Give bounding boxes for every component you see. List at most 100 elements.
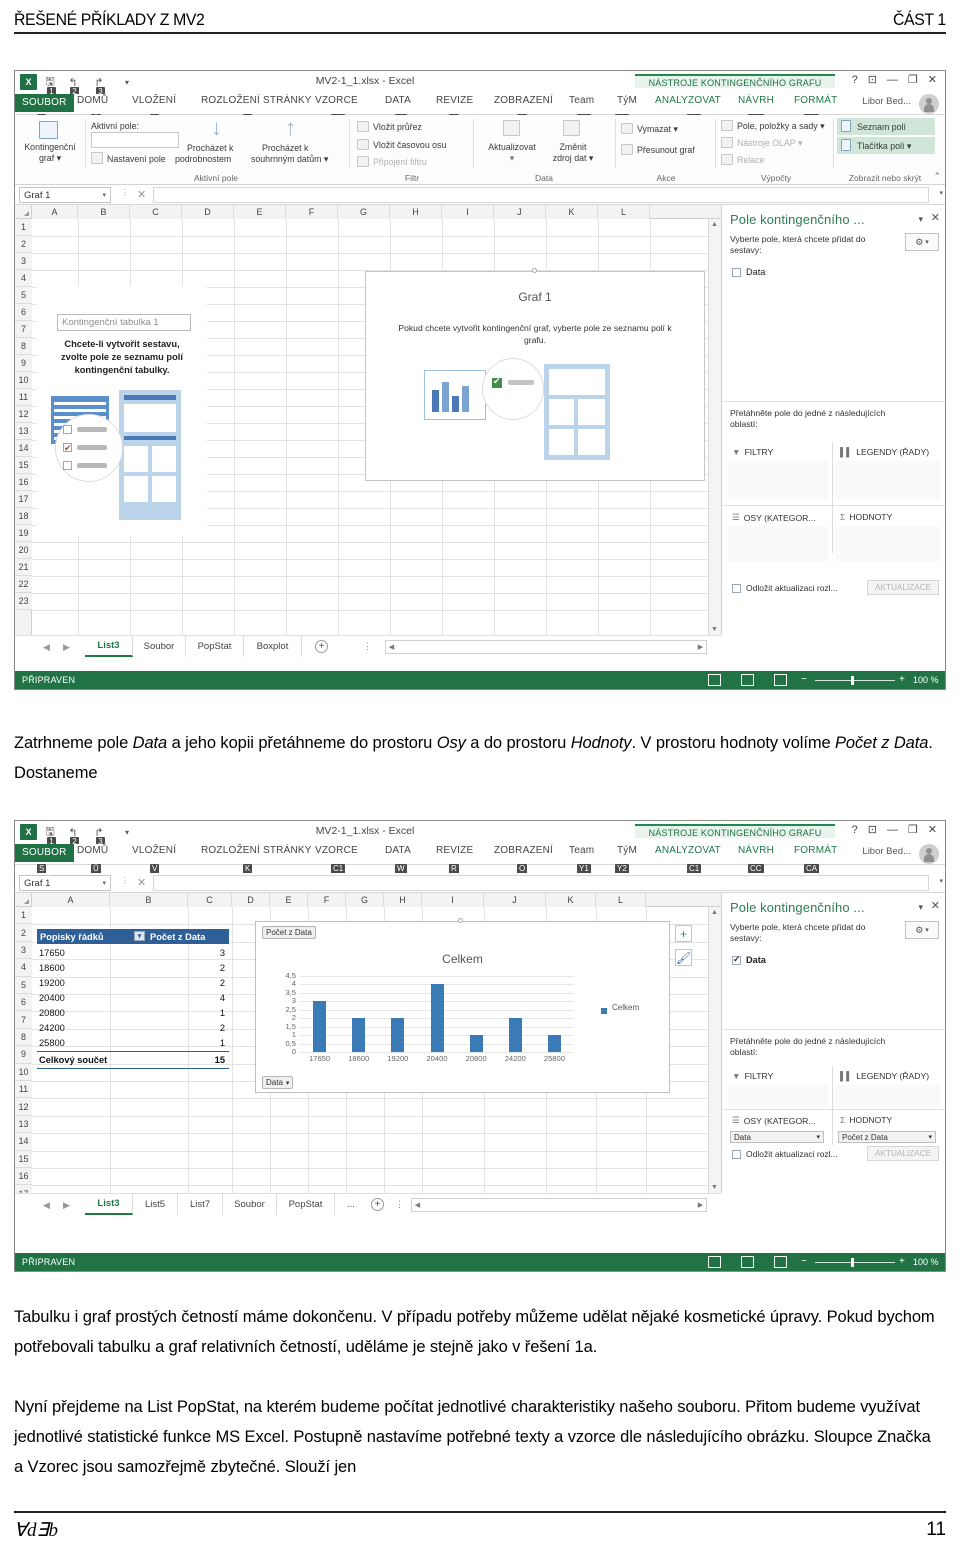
row-header-1-2[interactable]: 1 (15, 907, 32, 925)
scroll-left-icon-1[interactable]: ◀ (386, 641, 397, 653)
field-checkbox-data-1[interactable] (732, 267, 741, 277)
bar-24200[interactable] (508, 1018, 522, 1052)
filter-dropdown-icon[interactable]: ▾ (134, 931, 145, 941)
tab-tym-2[interactable]: TýM (617, 845, 637, 856)
more-options-icon-2[interactable]: ⋮ (121, 876, 129, 885)
window-controls-2[interactable]: ? ⊡ — ❐ ✕ (852, 823, 937, 837)
gear-icon[interactable]: ⚙ ▾ (905, 921, 939, 939)
row-header-2-1[interactable]: 2 (15, 236, 32, 253)
row-header-8-1[interactable]: 8 (15, 338, 32, 355)
tab-soubor-2[interactable]: SOUBOR (15, 844, 74, 862)
tab-vzorce-2[interactable]: VZORCE (315, 845, 358, 856)
pane-close-icon-2[interactable]: ✕ (931, 899, 940, 912)
pivot-header-row-labels[interactable]: Popisky řádků ▾ (37, 929, 147, 944)
insert-slicer-label[interactable]: Vložit průřez (373, 122, 422, 132)
bar-20800[interactable] (469, 1035, 483, 1052)
row-header-13-1[interactable]: 13 (15, 423, 32, 440)
column-header-i-2[interactable]: I (422, 893, 484, 907)
tab-domu-2[interactable]: DOMŮ (77, 845, 108, 856)
gear-icon[interactable]: ⚙ ▾ (905, 233, 939, 251)
row-header-12-1[interactable]: 12 (15, 406, 32, 423)
scroll-right-icon-2[interactable]: ▶ (695, 1199, 706, 1211)
clear-label[interactable]: Vymazat ▾ (637, 124, 678, 135)
column-header-b-2[interactable]: B (110, 893, 188, 907)
zoom-level-2[interactable]: 100 % (913, 1257, 939, 1267)
column-header-g-1[interactable]: G (338, 205, 390, 219)
drill-down-icon[interactable]: ↓ (211, 117, 222, 139)
name-box-2[interactable]: Graf 1 ▾ (19, 875, 111, 891)
chart-styles-brush-icon[interactable]: 🖌 (675, 949, 692, 966)
zoom-in-icon[interactable]: + (899, 674, 905, 685)
bar-19200[interactable] (391, 1018, 405, 1052)
drop-zone-legend-1[interactable] (836, 461, 940, 499)
update-button-2[interactable]: AKTUALIZACE (867, 1146, 939, 1161)
column-header-g-2[interactable]: G (346, 893, 384, 907)
change-datasource-label-2[interactable]: zdroj dat ▾ (539, 153, 607, 164)
row-header-8-2[interactable]: 8 (15, 1028, 32, 1047)
chevron-down-icon[interactable]: ▾ (102, 879, 106, 887)
drop-zone-legend-2[interactable] (836, 1085, 940, 1107)
drill-up-icon[interactable]: ↑ (285, 117, 296, 139)
scroll-left-icon-2[interactable]: ◀ (412, 1199, 423, 1211)
column-header-h-2[interactable]: H (384, 893, 422, 907)
tab-analyzovat-2[interactable]: ANALYZOVAT (655, 845, 721, 856)
sheet-tab-list3-1[interactable]: List3 (85, 636, 133, 657)
tab-team[interactable]: Team (569, 95, 594, 106)
cancel-icon-2[interactable]: ✕ (137, 876, 146, 889)
add-sheet-button-1[interactable]: + (315, 640, 328, 653)
next-sheet-icon-2[interactable]: ▶ (63, 1200, 70, 1211)
tab-vlozeni[interactable]: VLOŽENÍ (132, 95, 176, 106)
axis-field-pill-data[interactable]: Data ▾ (730, 1131, 824, 1143)
expand-formula-bar-icon[interactable]: ▾ (939, 189, 943, 197)
chart-placeholder-1[interactable]: Graf 1 Pokud chcete vytvořit kontingenčn… (365, 268, 705, 481)
sheet-options-icon-1[interactable]: ⋮ (363, 641, 372, 652)
sheet-tab-soubor-2[interactable]: Soubor (223, 1194, 277, 1215)
tab-rozlozeni-stranky[interactable]: ROZLOŽENÍ STRÁNKY (201, 95, 312, 106)
zoom-out-icon-2[interactable]: − (801, 1256, 807, 1267)
row-header-3-2[interactable]: 3 (15, 941, 32, 960)
field-button-axis[interactable]: Data ▾ (262, 1076, 294, 1089)
row-header-6-2[interactable]: 6 (15, 994, 32, 1012)
column-header-e-1[interactable]: E (234, 205, 286, 219)
row-header-22-1[interactable]: 22 (15, 576, 32, 593)
pane-options-caret-icon-2[interactable]: ▾ (918, 902, 923, 913)
change-datasource-label-1[interactable]: Změnit (545, 142, 601, 152)
drill-down-label-2[interactable]: podrobnostem (175, 154, 231, 164)
row-header-10-2[interactable]: 10 (15, 1063, 32, 1081)
tab-navrh-2[interactable]: NÁVRH (738, 845, 774, 856)
horizontal-scrollbar-1[interactable]: ◀ ▶ (385, 640, 707, 654)
row-header-15-1[interactable]: 15 (15, 457, 32, 474)
chevron-down-icon[interactable]: ▾ (102, 191, 106, 199)
bar-18600[interactable] (352, 1018, 366, 1052)
tab-data-2[interactable]: DATA (385, 845, 411, 856)
drop-zone-values-1[interactable] (836, 526, 940, 562)
row-header-11-1[interactable]: 11 (15, 389, 32, 406)
normal-view-icon-2[interactable] (708, 1256, 721, 1268)
row-header-4-1[interactable]: 4 (15, 270, 32, 287)
normal-view-icon[interactable] (708, 674, 721, 686)
minimize-icon[interactable]: — (887, 824, 898, 836)
pane-options-caret-icon[interactable]: ▾ (918, 214, 923, 225)
row-header-3-1[interactable]: 3 (15, 253, 32, 270)
pivotchart-button-label-2[interactable]: graf ▾ (17, 153, 83, 164)
row-header-4-2[interactable]: 4 (15, 959, 32, 977)
row-header-9-2[interactable]: 9 (15, 1046, 32, 1064)
page-layout-view-icon-2[interactable] (741, 1256, 754, 1268)
row-header-16-1[interactable]: 16 (15, 474, 32, 491)
row-header-20-1[interactable]: 20 (15, 542, 32, 559)
drill-down-label-1[interactable]: Procházet k (187, 143, 233, 153)
column-header-c-1[interactable]: C (130, 205, 182, 219)
sheet-options-icon-2[interactable]: ⋮ (395, 1199, 404, 1210)
ribbon-tabs-2[interactable]: SOUBOR S DOMŮ Ů VLOŽENÍ V ROZLOŽENÍ STRÁ… (15, 844, 945, 874)
add-sheet-button-2[interactable]: + (371, 1198, 384, 1211)
zoom-in-icon-2[interactable]: + (899, 1256, 905, 1267)
defer-checkbox-2[interactable] (732, 1149, 741, 1159)
select-all-corner-2[interactable] (15, 893, 32, 907)
update-button-1[interactable]: AKTUALIZACE (867, 580, 939, 595)
horizontal-scrollbar-2[interactable]: ◀ ▶ (411, 1198, 707, 1212)
column-header-j-2[interactable]: J (484, 893, 546, 907)
pivot-chart-2[interactable]: Počet z Data Celkem Data ▾ 4,5 4 3,5 3 2,5 2 1,… (255, 918, 670, 1093)
defer-layout-update-2[interactable]: Odložit aktualizaci rozl... (732, 1149, 838, 1159)
field-button-values[interactable]: Počet z Data (262, 926, 316, 939)
row-header-15-2[interactable]: 15 (15, 1150, 32, 1168)
